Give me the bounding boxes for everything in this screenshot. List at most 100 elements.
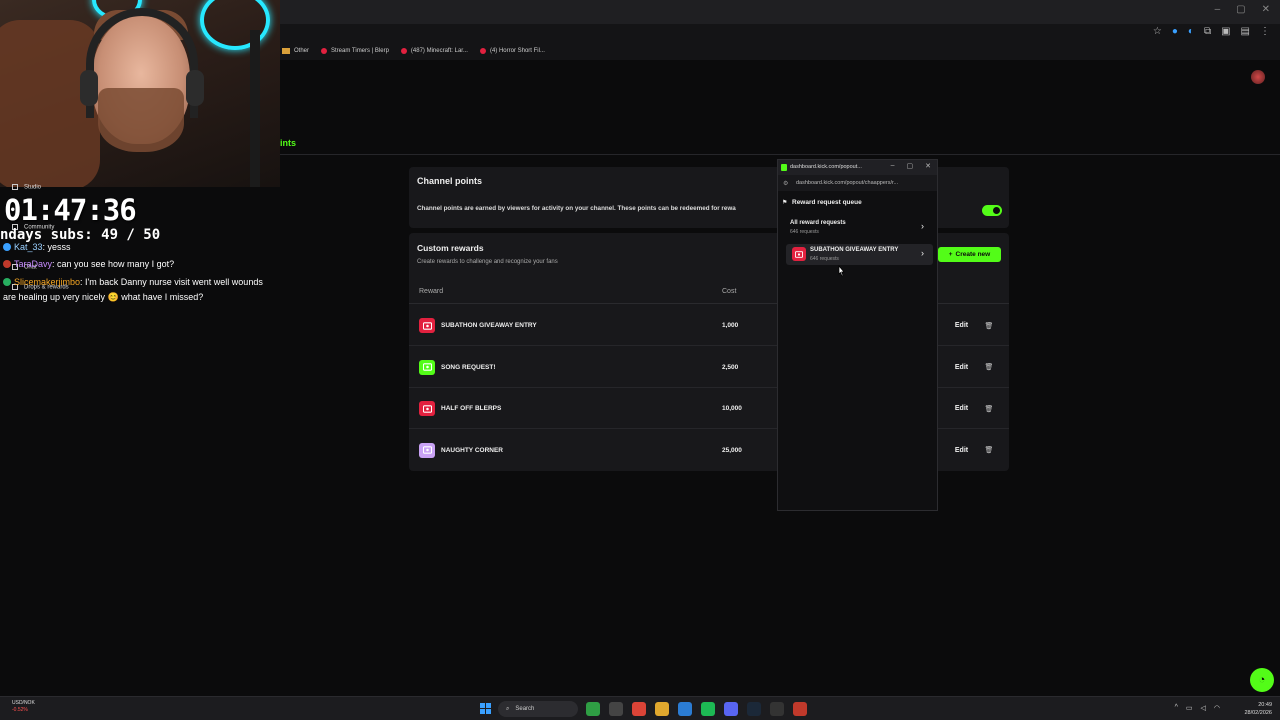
folder-icon bbox=[282, 48, 290, 54]
close-icon[interactable]: ✕ bbox=[1262, 4, 1270, 15]
reward-cost: 25,000 bbox=[722, 446, 742, 454]
extension-icon[interactable]: ● bbox=[1172, 26, 1178, 37]
edit-button[interactable]: Edit bbox=[949, 401, 974, 416]
chat-text: : yesss bbox=[42, 242, 71, 252]
kick-icon bbox=[781, 164, 787, 171]
browser-toolbar bbox=[280, 24, 1280, 42]
puzzle-icon[interactable]: ⧉ bbox=[1204, 26, 1211, 37]
bookmark-horror[interactable]: (4) Horror Short Fil... bbox=[479, 48, 545, 54]
network-icon[interactable]: ▭ bbox=[1186, 704, 1193, 712]
trash-icon[interactable]: 🗑 bbox=[984, 401, 994, 416]
maximize-icon[interactable]: ▢ bbox=[907, 162, 914, 170]
stock-widget[interactable]: USD/NOK -0.52% bbox=[12, 700, 35, 714]
trash-icon[interactable]: 🗑 bbox=[984, 443, 994, 458]
app-icon[interactable] bbox=[770, 702, 784, 716]
chevron-right-icon: › bbox=[921, 248, 924, 258]
bookmark-other[interactable]: Other bbox=[282, 48, 309, 54]
webcam-overlay bbox=[0, 0, 280, 187]
explorer-icon[interactable] bbox=[655, 702, 669, 716]
lock-icon[interactable]: ▣ bbox=[1221, 26, 1230, 37]
popout-window-controls: – ▢ ✕ bbox=[891, 162, 931, 170]
gift-icon bbox=[419, 359, 435, 375]
popout-window: dashboard.kick.com/popout... – ▢ ✕ ⚙ das… bbox=[777, 159, 938, 511]
bookmarks-bar: Other Stream Timers | Blerp (487) Minecr… bbox=[280, 42, 1280, 60]
trash-icon[interactable]: ▤ bbox=[1241, 26, 1250, 37]
reward-name: SUBATHON GIVEAWAY ENTRY bbox=[441, 322, 537, 329]
chat-icon: ◔ bbox=[1258, 674, 1266, 686]
bookmark-stream-timers[interactable]: Stream Timers | Blerp bbox=[321, 48, 389, 54]
all-reward-requests-item[interactable]: All reward requests 646 requests › bbox=[786, 217, 933, 238]
headset-icon bbox=[86, 8, 198, 118]
gift-icon bbox=[419, 401, 435, 416]
gift-icon bbox=[419, 442, 435, 458]
badge-icon bbox=[3, 260, 11, 268]
gift-icon bbox=[792, 247, 806, 261]
wifi-icon[interactable]: ◠ bbox=[1214, 704, 1220, 712]
terminal-icon[interactable] bbox=[609, 702, 623, 716]
earcup bbox=[80, 70, 98, 106]
clock[interactable]: 20:49 28/02/2026 bbox=[1244, 701, 1272, 717]
create-new-button[interactable]: + Create new bbox=[938, 247, 1001, 262]
chevron-right-icon: › bbox=[921, 221, 924, 231]
menu-icon[interactable]: ⋮ bbox=[1260, 26, 1270, 37]
toolbar-icons: ☆ ● ◐ ⧉ ▣ ▤ ⋮ bbox=[1153, 26, 1270, 37]
trash-icon[interactable]: 🗑 bbox=[984, 318, 994, 333]
edit-button[interactable]: Edit bbox=[949, 360, 974, 375]
subathon-timer: 01:47:36 bbox=[4, 193, 137, 227]
request-count: 646 requests bbox=[790, 229, 819, 235]
chat-text: : can you see how many I got? bbox=[52, 259, 175, 269]
bookmark-minecraft[interactable]: (487) Minecraft: Lar... bbox=[400, 48, 468, 54]
close-icon[interactable]: ✕ bbox=[925, 162, 931, 170]
chat-username: Slicemakerjimbo bbox=[14, 277, 81, 287]
taskbar-search[interactable]: ⌕ Search bbox=[498, 701, 578, 717]
search-icon: ⌕ bbox=[506, 705, 510, 712]
maximize-icon[interactable]: ▢ bbox=[1236, 4, 1245, 15]
edit-button[interactable]: Edit bbox=[949, 443, 974, 458]
popout-address-bar[interactable]: ⚙ dashboard.kick.com/popout/chaappers/r.… bbox=[778, 175, 937, 191]
menu-item-studio[interactable]: Studio bbox=[12, 184, 41, 191]
queue-item-subathon[interactable]: SUBATHON GIVEAWAY ENTRY 646 requests › bbox=[786, 244, 933, 265]
reward-cost: 1,000 bbox=[722, 322, 739, 329]
window-controls: – ▢ ✕ bbox=[1215, 4, 1270, 15]
chat-username: Kat_33 bbox=[14, 242, 43, 252]
popout-titlebar: dashboard.kick.com/popout... – ▢ ✕ bbox=[778, 160, 937, 175]
channel-points-toggle[interactable] bbox=[982, 205, 1002, 216]
plus-icon: + bbox=[948, 251, 953, 258]
badge-icon bbox=[3, 278, 11, 286]
earcup bbox=[186, 70, 204, 106]
trash-icon[interactable]: 🗑 bbox=[984, 360, 994, 375]
obs-icon[interactable] bbox=[793, 702, 807, 716]
extension-icon[interactable]: ◐ bbox=[1188, 26, 1194, 37]
reward-name: HALF OFF BLERPS bbox=[441, 405, 502, 412]
gift-icon bbox=[419, 318, 435, 333]
custom-rewards-title: Custom rewards bbox=[417, 243, 484, 253]
column-header-cost[interactable]: Cost bbox=[722, 288, 736, 295]
avatar[interactable] bbox=[1251, 70, 1265, 84]
spotify-icon[interactable] bbox=[701, 702, 715, 716]
star-icon[interactable]: ☆ bbox=[1153, 26, 1162, 37]
tab-channel-points[interactable]: ints bbox=[280, 138, 296, 148]
edit-button[interactable]: Edit bbox=[949, 318, 974, 333]
reward-name: NAUGHTY CORNER bbox=[441, 446, 503, 454]
minimize-icon[interactable]: – bbox=[891, 162, 895, 170]
reward-cost: 10,000 bbox=[722, 405, 742, 412]
chrome-icon[interactable] bbox=[632, 702, 646, 716]
browser-titlebar: – ▢ ✕ bbox=[280, 0, 1280, 24]
youtube-icon bbox=[479, 48, 486, 54]
site-info-icon[interactable]: ⚙ bbox=[783, 180, 788, 187]
taskbar: USD/NOK -0.52% ⌕ Search ^ ▭ ◁ ◠ 20:49 28… bbox=[0, 696, 1280, 720]
chat-message: Slicemakerjimbo: I'm back Danny nurse vi… bbox=[3, 275, 273, 305]
blerp-icon bbox=[321, 48, 328, 54]
chevron-up-icon[interactable]: ^ bbox=[1175, 704, 1178, 712]
column-header-reward[interactable]: Reward bbox=[419, 288, 443, 295]
taskview-icon[interactable] bbox=[586, 702, 600, 716]
discord-icon[interactable] bbox=[724, 702, 738, 716]
minimize-icon[interactable]: – bbox=[1215, 4, 1221, 15]
chat-fab-button[interactable]: ◔ bbox=[1250, 668, 1274, 692]
mail-icon[interactable] bbox=[678, 702, 692, 716]
divider bbox=[280, 154, 1280, 155]
steam-icon[interactable] bbox=[747, 702, 761, 716]
volume-icon[interactable]: ◁ bbox=[1201, 704, 1206, 712]
windows-start-icon[interactable] bbox=[480, 703, 491, 714]
studio-icon bbox=[12, 184, 18, 190]
